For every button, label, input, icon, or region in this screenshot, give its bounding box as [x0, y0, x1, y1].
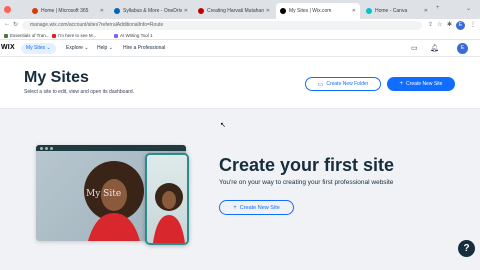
- create-new-folder-label: Create New Folder: [326, 81, 369, 87]
- microsoft365-icon: [32, 8, 38, 14]
- tab-search-icon[interactable]: ⌄: [466, 5, 471, 12]
- create-first-site-label: Create New Site: [239, 204, 280, 211]
- tab-label: My Sites | Wix.com: [289, 8, 332, 14]
- tab-my-sites[interactable]: My Sites ⌄: [21, 43, 56, 54]
- browser-tab-microsoft365[interactable]: Home | Microsoft 365 ✕: [28, 3, 108, 19]
- bookmark-label: Essentials of Tran...: [10, 33, 50, 38]
- bookmark-item[interactable]: Essentials of Tran...: [4, 33, 50, 38]
- empty-state-subtitle: You're on your way to creating your firs…: [219, 179, 394, 186]
- chat-icon[interactable]: ▭: [411, 45, 418, 52]
- bookmark-item[interactable]: I'm here to see M...: [52, 33, 96, 38]
- create-new-site-button[interactable]: + Create New Site: [387, 77, 455, 91]
- notifications-bell-icon[interactable]: 🔔︎: [430, 45, 439, 52]
- bookmark-label: AI Writing Tool 1: [120, 33, 153, 38]
- menu-explore[interactable]: Explore ⌄: [66, 43, 89, 54]
- folder-icon: ▭: [317, 81, 324, 88]
- extensions-icon[interactable]: ✱: [447, 21, 452, 28]
- plus-icon: +: [233, 204, 237, 211]
- bookmarks-bar: Essentials of Tran... I'm here to see M.…: [0, 32, 480, 40]
- close-tab-icon[interactable]: ✕: [352, 8, 356, 14]
- bookmark-star-icon[interactable]: ☆: [437, 21, 442, 28]
- bookmark-label: I'm here to see M...: [58, 33, 97, 38]
- browser-toolbar: ← ↻ manage.wix.com/account/sites?referra…: [0, 19, 480, 32]
- close-tab-icon[interactable]: ✕: [100, 8, 104, 14]
- tab-my-sites-label: My Sites: [26, 45, 46, 51]
- browser-tab-wix-mysites[interactable]: My Sites | Wix.com ✕: [276, 3, 360, 19]
- sites-empty-state: My Site Create your first site You're on…: [0, 109, 480, 270]
- mobile-preview-image: [147, 155, 187, 243]
- empty-state-title: Create your first site: [219, 155, 395, 175]
- plus-icon: +: [399, 81, 404, 87]
- wix-logo[interactable]: WIX: [1, 44, 15, 51]
- close-tab-icon[interactable]: ✕: [184, 8, 188, 14]
- menu-explore-label: Explore: [66, 45, 83, 51]
- new-tab-icon[interactable]: +: [436, 5, 440, 11]
- mobile-site-preview: [145, 153, 189, 245]
- menu-help[interactable]: Help ⌄: [97, 43, 113, 54]
- reload-icon[interactable]: ↻: [13, 21, 18, 28]
- tab-label: Syllabus & More - OneDrive: [123, 8, 182, 14]
- onedrive-icon: [114, 8, 120, 14]
- browser-profile-avatar[interactable]: E: [456, 21, 465, 30]
- create-new-folder-button[interactable]: ▭ Create New Folder: [305, 77, 381, 91]
- mouse-cursor-icon: ↖: [220, 122, 226, 129]
- preview-site-text: My Site: [86, 189, 122, 199]
- menu-help-label: Help: [97, 45, 108, 51]
- browser-tab-strip: Home | Microsoft 365 ✕ Syllabus & More -…: [0, 0, 480, 19]
- create-new-site-label: Create New Site: [406, 81, 443, 87]
- browser-tab-canva[interactable]: Home - Canva ✕: [362, 3, 432, 19]
- wix-top-bar: WIX My Sites ⌄ Explore ⌄ Help ⌄ Hire a P…: [0, 40, 480, 57]
- back-icon[interactable]: ←: [4, 21, 10, 27]
- bookmark-item[interactable]: AI Writing Tool 1: [114, 33, 153, 38]
- create-first-site-button[interactable]: + Create New Site: [219, 200, 294, 215]
- browser-tab-creating[interactable]: Creating Harvati Mutahanti | ... ✕: [194, 3, 274, 19]
- youtube-bookmark-icon: [52, 33, 56, 38]
- tab-label: Home | Microsoft 365: [41, 8, 89, 14]
- browser-tab-onedrive[interactable]: Syllabus & More - OneDrive ✕: [110, 3, 192, 19]
- close-window-icon[interactable]: [4, 6, 11, 13]
- close-tab-icon[interactable]: ✕: [266, 8, 270, 14]
- bookmark-icon: [4, 33, 8, 38]
- page-title: My Sites: [24, 69, 89, 86]
- wix-icon: [280, 8, 286, 14]
- menu-hire-professional[interactable]: Hire a Professional: [123, 43, 165, 54]
- user-avatar[interactable]: E: [457, 43, 468, 54]
- tab-label: Home - Canva: [375, 8, 408, 14]
- help-button[interactable]: ?: [458, 240, 475, 257]
- ai-tool-icon: [114, 33, 118, 38]
- share-icon[interactable]: ⇪: [428, 21, 433, 28]
- page-header: My Sites Select a site to edit, view and…: [0, 57, 480, 109]
- canva-icon: [366, 8, 372, 14]
- page-subtitle: Select a site to edit, view and open its…: [24, 89, 135, 95]
- address-bar[interactable]: manage.wix.com/account/sites?referralAdd…: [22, 21, 422, 30]
- woman-portrait-mobile-illustration: [153, 183, 185, 243]
- tab-label: Creating Harvati Mutahanti | ...: [207, 8, 264, 14]
- browser-menu-icon[interactable]: ⋮: [470, 21, 476, 28]
- close-tab-icon[interactable]: ✕: [424, 8, 428, 14]
- youtube-icon: [198, 8, 204, 14]
